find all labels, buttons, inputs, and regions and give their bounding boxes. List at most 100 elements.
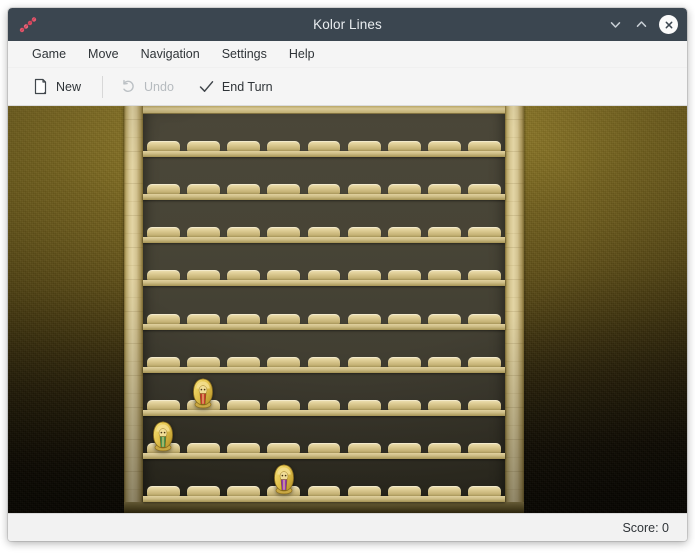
board-cell[interactable] xyxy=(304,485,344,496)
board-cell[interactable] xyxy=(223,183,263,195)
board-cell[interactable] xyxy=(143,226,183,238)
board-cell[interactable] xyxy=(183,269,223,281)
board-cell[interactable] xyxy=(143,313,183,324)
board-cell[interactable] xyxy=(143,183,183,195)
board-cell[interactable] xyxy=(425,140,465,152)
board-cell[interactable] xyxy=(465,442,505,453)
board-cell[interactable] xyxy=(183,140,223,152)
board-cell[interactable] xyxy=(143,485,183,496)
board-cell[interactable] xyxy=(384,313,424,324)
menu-item-navigation[interactable]: Navigation xyxy=(130,44,211,64)
board-cell[interactable] xyxy=(264,269,304,281)
board-cell[interactable] xyxy=(344,183,384,195)
board-cell[interactable] xyxy=(143,356,183,367)
board-cell[interactable] xyxy=(344,140,384,152)
board-cell[interactable] xyxy=(183,442,223,453)
board-cell[interactable] xyxy=(384,399,424,410)
end-turn-button[interactable]: End Turn xyxy=(190,74,281,99)
board-cell[interactable] xyxy=(465,399,505,410)
board-cell[interactable] xyxy=(264,356,304,367)
board-cell[interactable] xyxy=(344,442,384,453)
game-piece-purple[interactable] xyxy=(271,463,296,495)
menu-item-help[interactable]: Help xyxy=(278,44,326,64)
board-cell[interactable] xyxy=(465,356,505,367)
board-cell[interactable] xyxy=(425,269,465,281)
board-cell[interactable] xyxy=(143,140,183,152)
board-row-cells xyxy=(143,356,505,367)
board-cell[interactable] xyxy=(425,356,465,367)
board-cell[interactable] xyxy=(264,313,304,324)
board-cell[interactable] xyxy=(384,442,424,453)
board-cell[interactable] xyxy=(143,269,183,281)
close-icon[interactable] xyxy=(659,15,678,34)
board-cell[interactable] xyxy=(304,356,344,367)
board-cell[interactable] xyxy=(223,356,263,367)
board-cell[interactable] xyxy=(223,399,263,410)
board-cell[interactable] xyxy=(223,140,263,152)
board-cell[interactable] xyxy=(304,399,344,410)
board-cell[interactable] xyxy=(344,269,384,281)
chevron-down-icon[interactable] xyxy=(607,16,624,33)
board-cell[interactable] xyxy=(425,183,465,195)
board-cell[interactable] xyxy=(183,356,223,367)
board-cell[interactable] xyxy=(264,226,304,238)
board-cell[interactable] xyxy=(183,183,223,195)
board-cell[interactable] xyxy=(183,313,223,324)
window-title: Kolor Lines xyxy=(313,17,382,32)
board-cell[interactable] xyxy=(223,269,263,281)
board-cell[interactable] xyxy=(264,140,304,152)
cell-pedestal xyxy=(307,270,341,281)
board-cell[interactable] xyxy=(183,226,223,238)
chevron-up-icon[interactable] xyxy=(633,16,650,33)
cell-pedestal xyxy=(428,442,462,453)
board-cell[interactable] xyxy=(465,183,505,195)
board-cell[interactable] xyxy=(264,399,304,410)
board-cell[interactable] xyxy=(384,269,424,281)
game-board[interactable] xyxy=(124,106,524,513)
board-cell[interactable] xyxy=(425,485,465,496)
title-bar[interactable]: Kolor Lines xyxy=(8,8,687,41)
game-board-area[interactable] xyxy=(8,106,687,513)
undo-button[interactable]: Undo xyxy=(112,74,182,99)
board-cell[interactable] xyxy=(384,140,424,152)
board-cell[interactable] xyxy=(344,313,384,324)
menu-item-settings[interactable]: Settings xyxy=(211,44,278,64)
new-game-button[interactable]: New xyxy=(24,74,89,99)
board-cell[interactable] xyxy=(264,183,304,195)
board-cell[interactable] xyxy=(465,226,505,238)
board-cell[interactable] xyxy=(425,442,465,453)
menu-item-move[interactable]: Move xyxy=(77,44,130,64)
board-cell[interactable] xyxy=(304,183,344,195)
board-cell[interactable] xyxy=(465,140,505,152)
board-cell[interactable] xyxy=(304,269,344,281)
board-cell[interactable] xyxy=(183,485,223,496)
board-cell[interactable] xyxy=(425,226,465,238)
game-piece-green[interactable] xyxy=(151,420,176,452)
board-cell[interactable] xyxy=(344,226,384,238)
board-cell[interactable] xyxy=(223,226,263,238)
board-cell[interactable] xyxy=(344,399,384,410)
board-cell[interactable] xyxy=(304,140,344,152)
board-cell[interactable] xyxy=(384,226,424,238)
board-cell[interactable] xyxy=(304,442,344,453)
board-cell[interactable] xyxy=(304,313,344,324)
board-grid[interactable] xyxy=(143,106,505,502)
board-cell[interactable] xyxy=(425,313,465,324)
board-cell[interactable] xyxy=(344,356,384,367)
board-cell[interactable] xyxy=(465,313,505,324)
board-cell[interactable] xyxy=(143,399,183,410)
game-piece-red[interactable] xyxy=(191,377,216,409)
board-cell[interactable] xyxy=(384,485,424,496)
board-cell[interactable] xyxy=(304,226,344,238)
board-cell[interactable] xyxy=(344,485,384,496)
menu-item-game[interactable]: Game xyxy=(21,44,77,64)
board-cell[interactable] xyxy=(223,442,263,453)
board-cell[interactable] xyxy=(264,442,304,453)
board-cell[interactable] xyxy=(223,313,263,324)
board-cell[interactable] xyxy=(384,356,424,367)
board-cell[interactable] xyxy=(465,485,505,496)
board-cell[interactable] xyxy=(465,269,505,281)
board-cell[interactable] xyxy=(425,399,465,410)
board-cell[interactable] xyxy=(223,485,263,496)
board-cell[interactable] xyxy=(384,183,424,195)
